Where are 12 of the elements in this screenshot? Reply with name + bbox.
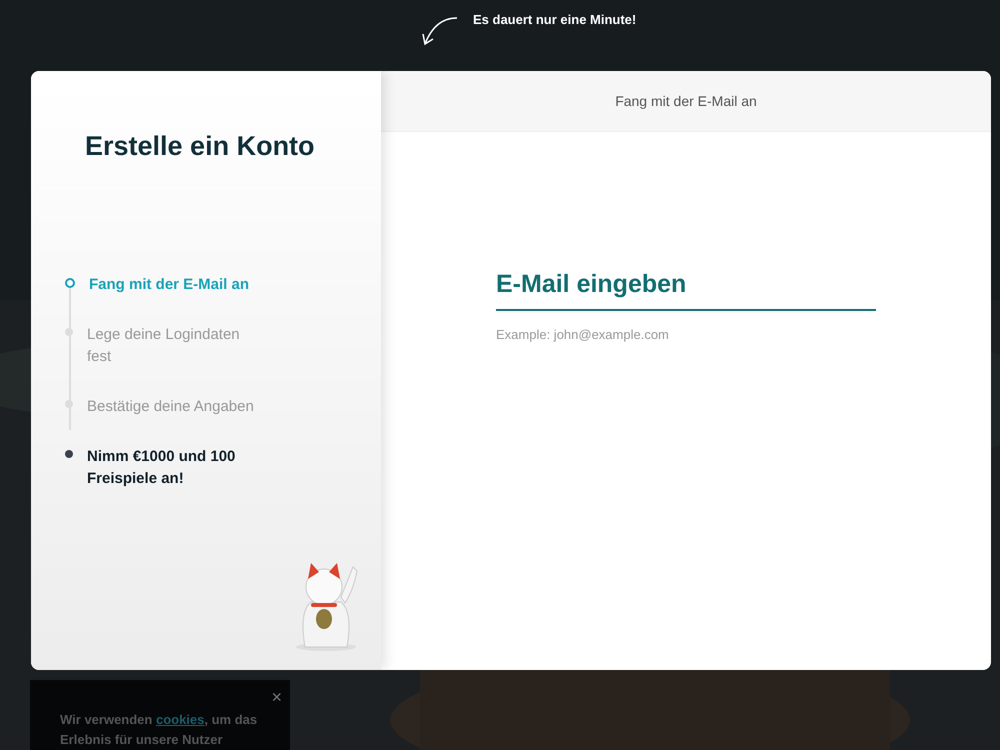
email-field[interactable]: E-Mail eingeben	[496, 270, 876, 311]
panel-title: Erstelle ein Konto	[85, 131, 316, 162]
step-label: Lege deine Logindaten fest	[87, 325, 241, 367]
field-hint: Example: john@example.com	[496, 327, 670, 342]
hint-text: Es dauert nur eine Minute!	[473, 12, 636, 27]
step-label: Nimm €1000 und 100 Freispiele an!	[87, 447, 236, 489]
cookies-link[interactable]: cookies	[156, 712, 204, 727]
step-label: Bestätige deine Angaben	[87, 397, 255, 417]
step-header: Fang mit der E-Mail an	[381, 71, 991, 132]
step-label: Fang mit der E-Mail an	[89, 275, 250, 295]
cookie-notice: Wir verwenden cookies, um das Erlebnis für unsere Nutzer	[60, 711, 258, 749]
close-button[interactable]: ×	[265, 686, 288, 709]
